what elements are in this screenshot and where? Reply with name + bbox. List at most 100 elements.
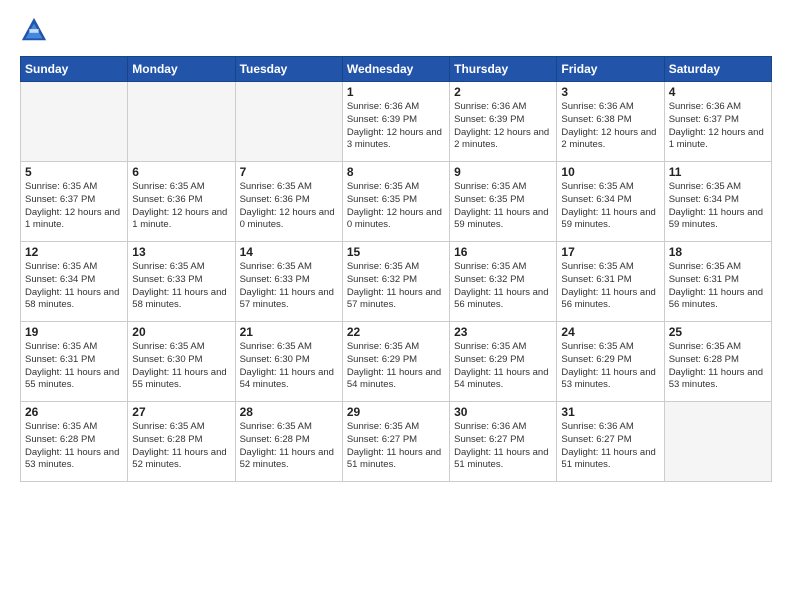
calendar-cell: 11Sunrise: 6:35 AM Sunset: 6:34 PM Dayli… bbox=[664, 162, 771, 242]
calendar-cell: 1 Sunrise: 6:36 AM Sunset: 6:39 PM Daylig… bbox=[342, 82, 449, 162]
calendar-cell bbox=[21, 82, 128, 162]
weekday-header: Thursday bbox=[450, 57, 557, 82]
calendar-cell: 5 Sunrise: 6:35 AM Sunset: 6:37 PM Daylig… bbox=[21, 162, 128, 242]
page-container: SundayMondayTuesdayWednesdayThursdayFrid… bbox=[0, 0, 792, 498]
calendar-cell: 22 Sunrise: 6:35 AM Sunset: 6:29 PM Dayli… bbox=[342, 322, 449, 402]
calendar-cell: 21Sunrise: 6:35 AM Sunset: 6:30 PM Dayli… bbox=[235, 322, 342, 402]
day-info: Sunrise: 6:36 AM Sunset: 6:39 PM Dayligh… bbox=[347, 101, 445, 152]
week-row: 19Sunrise: 6:35 AM Sunset: 6:31 PM Dayli… bbox=[21, 322, 772, 402]
weekday-header: Sunday bbox=[21, 57, 128, 82]
day-info: Sunrise: 6:35 AM Sunset: 6:35 PM Dayligh… bbox=[347, 181, 445, 232]
logo bbox=[20, 16, 52, 44]
day-info: Sunrise: 6:35 AM Sunset: 6:28 PM Dayligh… bbox=[132, 421, 230, 472]
day-info: Sunrise: 6:36 AM Sunset: 6:37 PM Dayligh… bbox=[669, 101, 767, 152]
week-row: 26 Sunrise: 6:35 AM Sunset: 6:28 PM Dayli… bbox=[21, 402, 772, 482]
day-number: 23 bbox=[454, 325, 552, 339]
calendar-cell: 9 Sunrise: 6:35 AM Sunset: 6:35 PM Daylig… bbox=[450, 162, 557, 242]
calendar-cell: 30Sunrise: 6:36 AM Sunset: 6:27 PM Dayli… bbox=[450, 402, 557, 482]
day-number: 14 bbox=[240, 245, 338, 259]
week-row: 5 Sunrise: 6:35 AM Sunset: 6:37 PM Daylig… bbox=[21, 162, 772, 242]
calendar-cell: 7Sunrise: 6:35 AM Sunset: 6:36 PM Daylig… bbox=[235, 162, 342, 242]
day-number: 9 bbox=[454, 165, 552, 179]
day-number: 17 bbox=[561, 245, 659, 259]
calendar-cell: 24 Sunrise: 6:35 AM Sunset: 6:29 PM Dayli… bbox=[557, 322, 664, 402]
weekday-header: Monday bbox=[128, 57, 235, 82]
day-number: 18 bbox=[669, 245, 767, 259]
calendar-cell: 3 Sunrise: 6:36 AM Sunset: 6:38 PM Daylig… bbox=[557, 82, 664, 162]
week-row: 1 Sunrise: 6:36 AM Sunset: 6:39 PM Daylig… bbox=[21, 82, 772, 162]
calendar-cell: 2 Sunrise: 6:36 AM Sunset: 6:39 PM Daylig… bbox=[450, 82, 557, 162]
day-info: Sunrise: 6:35 AM Sunset: 6:28 PM Dayligh… bbox=[25, 421, 123, 472]
day-number: 4 bbox=[669, 85, 767, 99]
calendar-cell: 10 Sunrise: 6:35 AM Sunset: 6:34 PM Dayli… bbox=[557, 162, 664, 242]
day-number: 1 bbox=[347, 85, 445, 99]
calendar-cell: 14Sunrise: 6:35 AM Sunset: 6:33 PM Dayli… bbox=[235, 242, 342, 322]
day-number: 15 bbox=[347, 245, 445, 259]
day-info: Sunrise: 6:35 AM Sunset: 6:28 PM Dayligh… bbox=[240, 421, 338, 472]
day-info: Sunrise: 6:35 AM Sunset: 6:31 PM Dayligh… bbox=[25, 341, 123, 392]
day-number: 25 bbox=[669, 325, 767, 339]
calendar-cell: 27 Sunrise: 6:35 AM Sunset: 6:28 PM Dayli… bbox=[128, 402, 235, 482]
day-number: 27 bbox=[132, 405, 230, 419]
day-info: Sunrise: 6:35 AM Sunset: 6:32 PM Dayligh… bbox=[454, 261, 552, 312]
day-number: 21 bbox=[240, 325, 338, 339]
calendar-cell: 6 Sunrise: 6:35 AM Sunset: 6:36 PM Daylig… bbox=[128, 162, 235, 242]
calendar-cell: 18Sunrise: 6:35 AM Sunset: 6:31 PM Dayli… bbox=[664, 242, 771, 322]
day-info: Sunrise: 6:35 AM Sunset: 6:32 PM Dayligh… bbox=[347, 261, 445, 312]
day-number: 29 bbox=[347, 405, 445, 419]
day-number: 16 bbox=[454, 245, 552, 259]
day-number: 3 bbox=[561, 85, 659, 99]
day-number: 6 bbox=[132, 165, 230, 179]
day-info: Sunrise: 6:35 AM Sunset: 6:37 PM Dayligh… bbox=[25, 181, 123, 232]
day-number: 5 bbox=[25, 165, 123, 179]
calendar-cell: 4 Sunrise: 6:36 AM Sunset: 6:37 PM Daylig… bbox=[664, 82, 771, 162]
day-info: Sunrise: 6:35 AM Sunset: 6:29 PM Dayligh… bbox=[347, 341, 445, 392]
day-info: Sunrise: 6:35 AM Sunset: 6:29 PM Dayligh… bbox=[561, 341, 659, 392]
day-number: 12 bbox=[25, 245, 123, 259]
day-info: Sunrise: 6:36 AM Sunset: 6:27 PM Dayligh… bbox=[561, 421, 659, 472]
calendar-table: SundayMondayTuesdayWednesdayThursdayFrid… bbox=[20, 56, 772, 482]
weekday-header: Wednesday bbox=[342, 57, 449, 82]
calendar-cell: 23 Sunrise: 6:35 AM Sunset: 6:29 PM Dayli… bbox=[450, 322, 557, 402]
day-info: Sunrise: 6:36 AM Sunset: 6:39 PM Dayligh… bbox=[454, 101, 552, 152]
weekday-header-row: SundayMondayTuesdayWednesdayThursdayFrid… bbox=[21, 57, 772, 82]
day-number: 13 bbox=[132, 245, 230, 259]
day-info: Sunrise: 6:35 AM Sunset: 6:27 PM Dayligh… bbox=[347, 421, 445, 472]
calendar-cell: 15 Sunrise: 6:35 AM Sunset: 6:32 PM Dayli… bbox=[342, 242, 449, 322]
day-number: 8 bbox=[347, 165, 445, 179]
day-info: Sunrise: 6:35 AM Sunset: 6:34 PM Dayligh… bbox=[25, 261, 123, 312]
calendar-cell: 29 Sunrise: 6:35 AM Sunset: 6:27 PM Dayli… bbox=[342, 402, 449, 482]
day-number: 10 bbox=[561, 165, 659, 179]
day-number: 22 bbox=[347, 325, 445, 339]
day-info: Sunrise: 6:35 AM Sunset: 6:35 PM Dayligh… bbox=[454, 181, 552, 232]
day-info: Sunrise: 6:35 AM Sunset: 6:34 PM Dayligh… bbox=[669, 181, 767, 232]
day-info: Sunrise: 6:36 AM Sunset: 6:27 PM Dayligh… bbox=[454, 421, 552, 472]
calendar-cell bbox=[235, 82, 342, 162]
week-row: 12 Sunrise: 6:35 AM Sunset: 6:34 PM Dayli… bbox=[21, 242, 772, 322]
day-info: Sunrise: 6:35 AM Sunset: 6:29 PM Dayligh… bbox=[454, 341, 552, 392]
day-number: 24 bbox=[561, 325, 659, 339]
calendar-cell: 28 Sunrise: 6:35 AM Sunset: 6:28 PM Dayli… bbox=[235, 402, 342, 482]
logo-icon bbox=[20, 16, 48, 44]
day-number: 28 bbox=[240, 405, 338, 419]
day-number: 20 bbox=[132, 325, 230, 339]
day-info: Sunrise: 6:36 AM Sunset: 6:38 PM Dayligh… bbox=[561, 101, 659, 152]
day-info: Sunrise: 6:35 AM Sunset: 6:36 PM Dayligh… bbox=[240, 181, 338, 232]
calendar-cell: 13Sunrise: 6:35 AM Sunset: 6:33 PM Dayli… bbox=[128, 242, 235, 322]
calendar-cell: 25Sunrise: 6:35 AM Sunset: 6:28 PM Dayli… bbox=[664, 322, 771, 402]
day-info: Sunrise: 6:35 AM Sunset: 6:31 PM Dayligh… bbox=[561, 261, 659, 312]
calendar-cell: 12 Sunrise: 6:35 AM Sunset: 6:34 PM Dayli… bbox=[21, 242, 128, 322]
weekday-header: Saturday bbox=[664, 57, 771, 82]
day-info: Sunrise: 6:35 AM Sunset: 6:30 PM Dayligh… bbox=[132, 341, 230, 392]
calendar-cell bbox=[664, 402, 771, 482]
calendar-cell: 26 Sunrise: 6:35 AM Sunset: 6:28 PM Dayli… bbox=[21, 402, 128, 482]
calendar-cell: 31Sunrise: 6:36 AM Sunset: 6:27 PM Dayli… bbox=[557, 402, 664, 482]
calendar-cell: 16 Sunrise: 6:35 AM Sunset: 6:32 PM Dayli… bbox=[450, 242, 557, 322]
day-number: 2 bbox=[454, 85, 552, 99]
calendar-cell: 8 Sunrise: 6:35 AM Sunset: 6:35 PM Daylig… bbox=[342, 162, 449, 242]
day-info: Sunrise: 6:35 AM Sunset: 6:34 PM Dayligh… bbox=[561, 181, 659, 232]
calendar-cell: 17 Sunrise: 6:35 AM Sunset: 6:31 PM Dayli… bbox=[557, 242, 664, 322]
day-number: 26 bbox=[25, 405, 123, 419]
day-info: Sunrise: 6:35 AM Sunset: 6:36 PM Dayligh… bbox=[132, 181, 230, 232]
calendar-cell: 19Sunrise: 6:35 AM Sunset: 6:31 PM Dayli… bbox=[21, 322, 128, 402]
